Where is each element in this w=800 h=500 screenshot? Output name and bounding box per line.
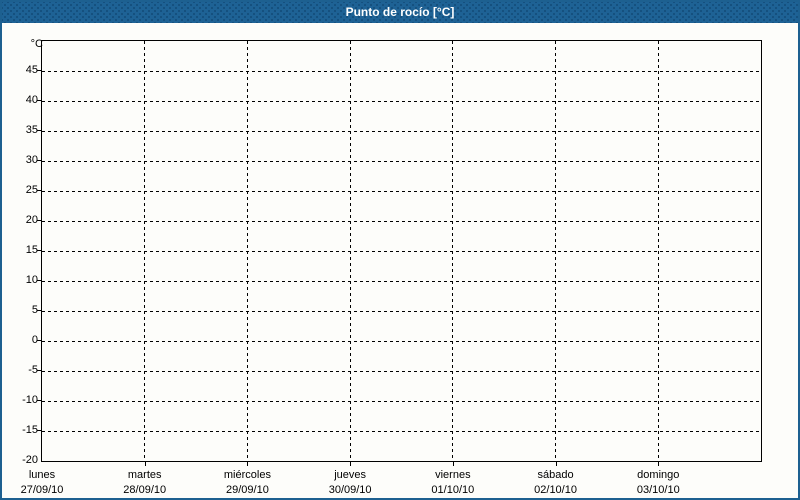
y-tick-label: 45 bbox=[25, 64, 38, 76]
y-axis-unit-label: °C bbox=[30, 38, 43, 50]
gridline-horizontal bbox=[42, 130, 761, 132]
x-day-name-label: lunes bbox=[28, 469, 56, 481]
y-tick-label: 10 bbox=[25, 274, 38, 286]
y-tick-label: 30 bbox=[25, 154, 38, 166]
gridline-vertical bbox=[144, 41, 146, 461]
gridline-horizontal bbox=[42, 190, 761, 192]
chart-title-bar: Punto de rocío [°C] bbox=[2, 2, 798, 23]
x-tick-mark bbox=[350, 462, 352, 466]
gridline-horizontal bbox=[42, 280, 761, 282]
gridline-horizontal bbox=[42, 310, 761, 312]
x-day-name-label: miércoles bbox=[223, 469, 271, 481]
window-frame: Punto de rocío [°C] °C 45 40 35 30 25 20 15 10 5… bbox=[0, 0, 800, 500]
plot-area bbox=[41, 40, 762, 462]
x-tick-mark bbox=[452, 462, 454, 466]
y-tick-label: 5 bbox=[31, 304, 38, 316]
x-day-date-label: 03/10/10 bbox=[636, 484, 680, 496]
gridline-horizontal bbox=[42, 100, 761, 102]
x-day-date-label: 28/09/10 bbox=[123, 484, 167, 496]
x-tick-mark bbox=[144, 462, 146, 466]
x-day-name-label: jueves bbox=[334, 469, 367, 481]
x-day-date-label: 02/10/10 bbox=[534, 484, 577, 496]
gridline-horizontal bbox=[42, 70, 761, 72]
y-tick-label: -15 bbox=[22, 424, 38, 436]
gridline-horizontal bbox=[42, 370, 761, 372]
gridline-vertical bbox=[452, 41, 454, 461]
x-day-name-label: viernes bbox=[435, 469, 471, 481]
chart-title: Punto de rocío [°C] bbox=[345, 5, 455, 19]
gridline-vertical bbox=[657, 41, 659, 461]
y-tick-label: 0 bbox=[31, 334, 38, 346]
gridline-vertical bbox=[246, 41, 248, 461]
y-tick-label: 40 bbox=[25, 94, 38, 106]
gridline-vertical bbox=[555, 41, 557, 461]
gridline-horizontal bbox=[42, 340, 761, 342]
y-tick-label: -5 bbox=[28, 364, 38, 376]
x-day-date-label: 30/09/10 bbox=[328, 484, 372, 496]
y-tick-label: 20 bbox=[25, 214, 38, 226]
y-tick-label: -10 bbox=[22, 394, 38, 406]
gridline-horizontal bbox=[42, 250, 761, 252]
y-tick-label: -20 bbox=[22, 454, 38, 466]
y-tick-label: 15 bbox=[25, 244, 38, 256]
x-tick-mark bbox=[555, 462, 557, 466]
x-day-name-label: domingo bbox=[637, 469, 680, 481]
x-day-name-label: martes bbox=[127, 469, 162, 481]
gridline-horizontal bbox=[42, 400, 761, 402]
x-day-date-label: 27/09/10 bbox=[20, 484, 64, 496]
x-day-date-label: 29/09/10 bbox=[226, 484, 269, 496]
gridline-horizontal bbox=[42, 220, 761, 222]
x-day-date-label: 01/10/10 bbox=[431, 484, 475, 496]
x-tick-mark bbox=[658, 462, 660, 466]
gridline-horizontal bbox=[42, 160, 761, 162]
y-tick-label: 25 bbox=[25, 184, 38, 196]
x-tick-mark bbox=[247, 462, 249, 466]
gridline-vertical bbox=[349, 41, 351, 461]
x-day-name-label: sábado bbox=[537, 469, 574, 481]
gridline-horizontal bbox=[42, 430, 761, 432]
y-tick-label: 35 bbox=[25, 124, 38, 136]
